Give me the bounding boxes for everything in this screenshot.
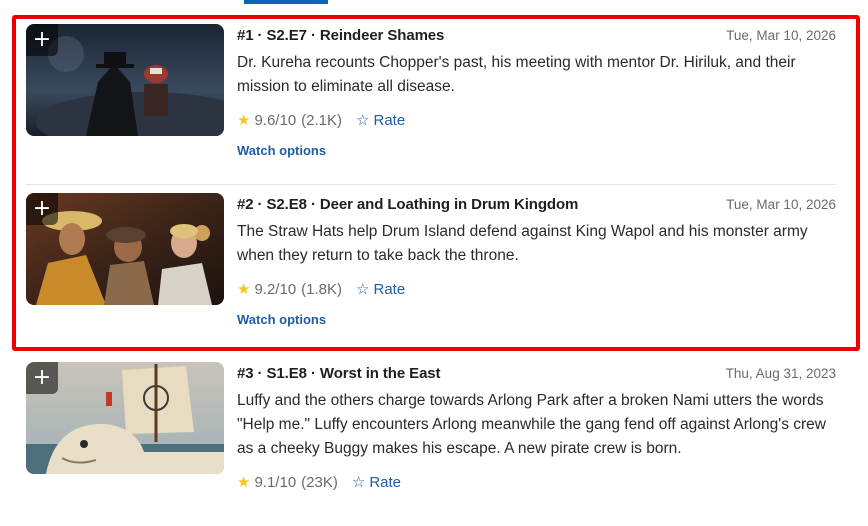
episode-item: + #3 · S1.E8 · Worst in the East Thu, Au… [26,362,836,526]
episode-thumbnail[interactable]: + [26,362,224,474]
rate-button[interactable]: ☆ Rate [352,473,401,491]
plus-icon: + [32,365,52,390]
rating-score: 9.1/10 [254,473,297,491]
active-tab-indicator [244,0,328,4]
episode-content: #3 · S1.E8 · Worst in the East Thu, Aug … [237,362,836,493]
episode-description: Luffy and the others charge towards Arlo… [237,392,826,457]
star-outline-icon: ☆ [351,473,366,491]
highlight-box [12,15,860,351]
add-to-watchlist-button[interactable]: + [26,362,58,394]
star-filled-icon: ★ [237,473,251,491]
rating-row: ★ 9.1/10 (23K) ☆ Rate [237,471,836,493]
rate-label: Rate [369,473,401,491]
episode-air-date: Thu, Aug 31, 2023 [725,365,836,381]
rating-votes: (23K) [301,473,338,491]
episode-title[interactable]: #3 · S1.E8 · Worst in the East [237,365,441,382]
